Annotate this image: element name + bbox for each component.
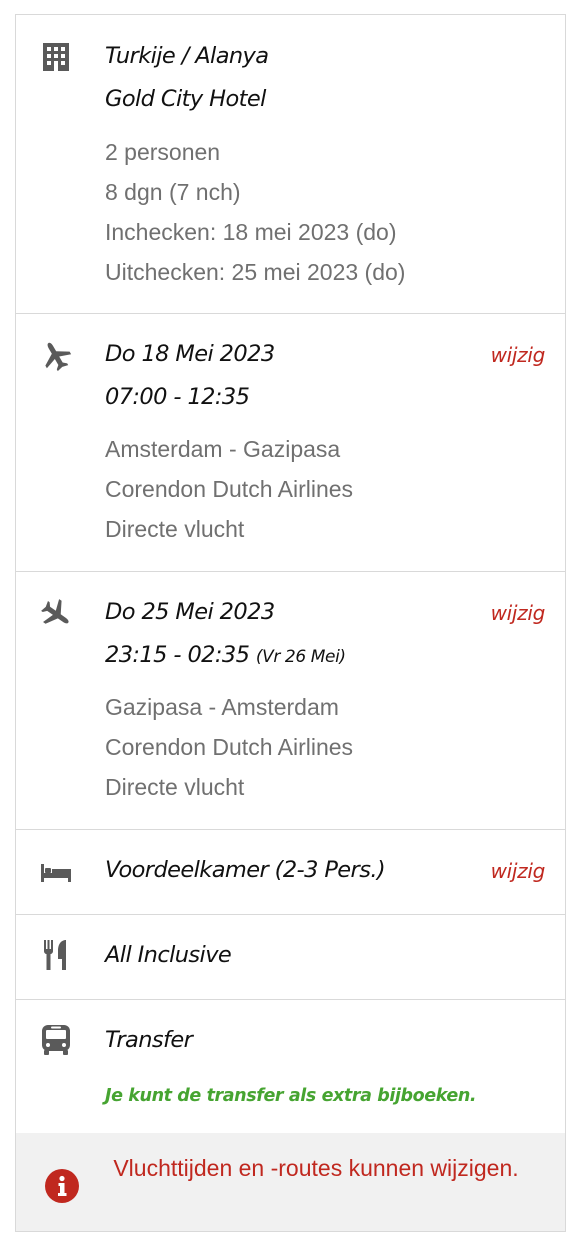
stay-duration: 8 dgn (7 nch) (105, 179, 241, 205)
notice-text: Vluchttijden en -routes kunnen wijzigen. (113, 1155, 519, 1181)
edit-outbound-flight-link[interactable]: wijzig (491, 343, 546, 367)
info-icon (44, 1168, 80, 1204)
return-airline: Corendon Dutch Airlines (105, 734, 354, 760)
plane-arrival-icon (38, 596, 74, 632)
return-times-row: 23:15 - 02:35 (Vr 26 Mei) (105, 642, 346, 668)
return-flight-type: Directe vlucht (105, 774, 245, 800)
board-type: All Inclusive (105, 942, 232, 968)
board-section: All Inclusive (16, 914, 565, 999)
outbound-flight-section: Do 18 Mei 2023 07:00 - 12:35 wijzig Amst… (16, 313, 565, 571)
edit-room-link[interactable]: wijzig (491, 859, 546, 883)
return-arrival-note: (Vr 26 Mei) (255, 647, 346, 667)
flight-change-notice: Vluchttijden en -routes kunnen wijzigen. (16, 1133, 565, 1231)
building-icon (38, 39, 74, 75)
check-in-date: Inchecken: 18 mei 2023 (do) (105, 219, 397, 245)
booking-summary-card: Turkije / Alanya Gold City Hotel 2 perso… (15, 14, 566, 1232)
destination-location: Turkije / Alanya (105, 43, 269, 69)
return-flight-section: Do 25 Mei 2023 23:15 - 02:35 (Vr 26 Mei)… (16, 571, 565, 829)
utensils-icon (38, 937, 74, 973)
transfer-section: Transfer Je kunt de transfer als extra b… (16, 999, 565, 1133)
outbound-airline: Corendon Dutch Airlines (105, 476, 354, 502)
transfer-note: Je kunt de transfer als extra bijboeken. (105, 1086, 477, 1106)
persons-count: 2 personen (105, 139, 221, 165)
room-type: Voordeelkamer (2-3 Pers.) (105, 857, 386, 883)
bus-icon (38, 1022, 74, 1058)
outbound-date: Do 18 Mei 2023 (105, 341, 275, 367)
return-times: 23:15 - 02:35 (105, 642, 250, 668)
accommodation-section: Turkije / Alanya Gold City Hotel 2 perso… (16, 15, 565, 313)
bed-icon (38, 854, 74, 890)
return-route: Gazipasa - Amsterdam (105, 694, 339, 720)
return-date: Do 25 Mei 2023 (105, 599, 275, 625)
check-out-date: Uitchecken: 25 mei 2023 (do) (105, 259, 406, 285)
outbound-route: Amsterdam - Gazipasa (105, 436, 341, 462)
outbound-times: 07:00 - 12:35 (105, 384, 250, 410)
transfer-label: Transfer (105, 1027, 193, 1053)
edit-return-flight-link[interactable]: wijzig (491, 601, 546, 625)
outbound-flight-type: Directe vlucht (105, 516, 245, 542)
hotel-name: Gold City Hotel (105, 86, 266, 112)
room-section: Voordeelkamer (2-3 Pers.) wijzig (16, 829, 565, 914)
plane-departure-icon (38, 338, 74, 374)
